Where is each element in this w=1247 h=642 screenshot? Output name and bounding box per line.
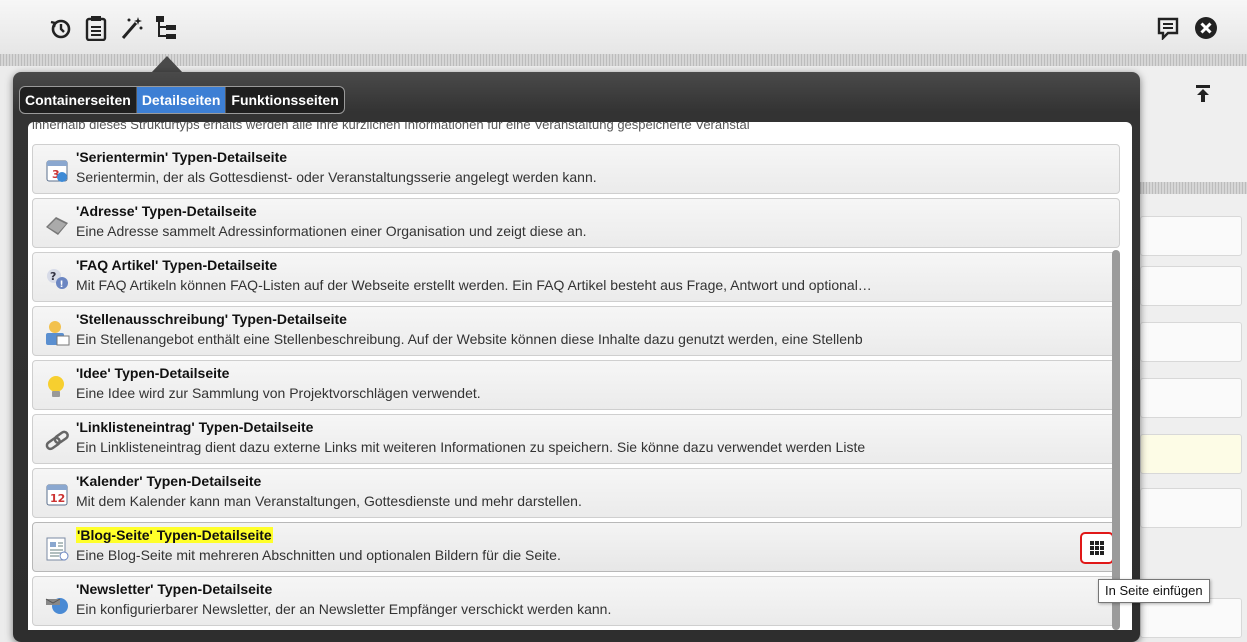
background-divider xyxy=(1140,182,1247,194)
series-calendar-icon: 3 xyxy=(43,157,71,185)
address-book-icon xyxy=(43,211,71,239)
item-title: 'Adresse' Typen-Detailseite xyxy=(76,203,257,219)
item-description: Serientermin, der als Gottesdienst- oder… xyxy=(76,169,597,185)
tree-structure-icon[interactable] xyxy=(152,14,180,42)
list-item[interactable]: 'Stellenausschreibung' Typen-Detailseite… xyxy=(32,306,1120,356)
tab-funktionsseiten[interactable]: Funktionsseiten xyxy=(226,87,343,113)
comment-icon[interactable] xyxy=(1154,14,1182,42)
list-item[interactable]: 'Newsletter' Typen-Detailseite Ein konfi… xyxy=(32,576,1120,626)
list-item[interactable]: ?! 'FAQ Artikel' Typen-Detailseite Mit F… xyxy=(32,252,1120,302)
pin-to-top-icon[interactable] xyxy=(1195,84,1211,107)
page-type-tabs: Containerseiten Detailseiten Funktionsse… xyxy=(19,86,345,114)
list-scrollbar[interactable] xyxy=(1112,250,1120,630)
lightbulb-icon xyxy=(43,373,71,401)
background-field xyxy=(1140,434,1242,474)
background-field xyxy=(1140,488,1242,528)
background-field xyxy=(1140,598,1242,638)
background-field xyxy=(1140,322,1242,362)
background-field xyxy=(1140,266,1242,306)
job-icon xyxy=(43,319,71,347)
magic-wand-icon[interactable] xyxy=(118,14,146,42)
item-description: Mit FAQ Artikeln können FAQ-Listen auf d… xyxy=(76,277,872,293)
item-description: Ein Stellenangebot enthält eine Stellenb… xyxy=(76,331,863,347)
item-description: Eine Blog-Seite mit mehreren Abschnitten… xyxy=(76,547,561,563)
close-icon[interactable] xyxy=(1192,14,1220,42)
grid-icon xyxy=(1090,541,1104,555)
item-title: 'FAQ Artikel' Typen-Detailseite xyxy=(76,257,278,273)
item-description: Eine Adresse sammelt Adressinformationen… xyxy=(76,223,587,239)
history-icon[interactable] xyxy=(47,14,75,42)
svg-text:!: ! xyxy=(60,280,64,290)
list-item-selected[interactable]: 'Blog-Seite' Typen-Detailseite Eine Blog… xyxy=(32,522,1120,572)
blog-page-icon xyxy=(43,535,71,563)
item-description: Eine Idee wird zur Sammlung von Projektv… xyxy=(76,385,481,401)
faq-icon: ?! xyxy=(43,265,71,293)
list-item[interactable]: 12 'Kalender' Typen-Detailseite Mit dem … xyxy=(32,468,1120,518)
item-description: Ein Linklisteneintrag dient dazu externe… xyxy=(76,439,866,455)
list-item[interactable]: 3 'Serientermin' Typen-Detailseite Serie… xyxy=(32,144,1120,194)
background-field xyxy=(1140,216,1242,256)
tab-containerseiten[interactable]: Containerseiten xyxy=(20,87,137,113)
toolbar-divider xyxy=(0,54,1247,66)
item-title: 'Linklisteneintrag' Typen-Detailseite xyxy=(76,419,314,435)
cut-off-item-text: innerhalb dieses Strukturtyps erhalts we… xyxy=(32,122,750,132)
item-title: 'Serientermin' Typen-Detailseite xyxy=(76,149,288,165)
item-title: 'Blog-Seite' Typen-Detailseite xyxy=(76,527,273,543)
link-icon xyxy=(43,427,71,455)
newsletter-icon xyxy=(43,589,71,617)
calendar-icon: 12 xyxy=(43,481,71,509)
svg-text:?: ? xyxy=(50,270,56,283)
item-title: 'Stellenausschreibung' Typen-Detailseite xyxy=(76,311,347,327)
item-title: 'Newsletter' Typen-Detailseite xyxy=(76,581,273,597)
item-description: Ein konfigurierbarer Newsletter, der an … xyxy=(76,601,612,617)
insert-tooltip: In Seite einfügen xyxy=(1098,579,1210,603)
detail-page-list: innerhalb dieses Strukturtyps erhalts we… xyxy=(28,122,1132,630)
popup-pointer xyxy=(151,56,183,73)
insert-into-page-button[interactable] xyxy=(1080,532,1114,564)
item-title: 'Idee' Typen-Detailseite xyxy=(76,365,230,381)
tab-detailseiten[interactable]: Detailseiten xyxy=(136,87,227,113)
svg-text:12: 12 xyxy=(50,492,65,505)
list-item[interactable]: 'Idee' Typen-Detailseite Eine Idee wird … xyxy=(32,360,1120,410)
clipboard-icon[interactable] xyxy=(82,14,110,42)
background-field xyxy=(1140,378,1242,418)
item-description: Mit dem Kalender kann man Veranstaltunge… xyxy=(76,493,582,509)
top-toolbar xyxy=(0,0,1247,55)
list-item[interactable]: 'Linklisteneintrag' Typen-Detailseite Ei… xyxy=(32,414,1120,464)
list-item[interactable]: 'Adresse' Typen-Detailseite Eine Adresse… xyxy=(32,198,1120,248)
item-title: 'Kalender' Typen-Detailseite xyxy=(76,473,262,489)
